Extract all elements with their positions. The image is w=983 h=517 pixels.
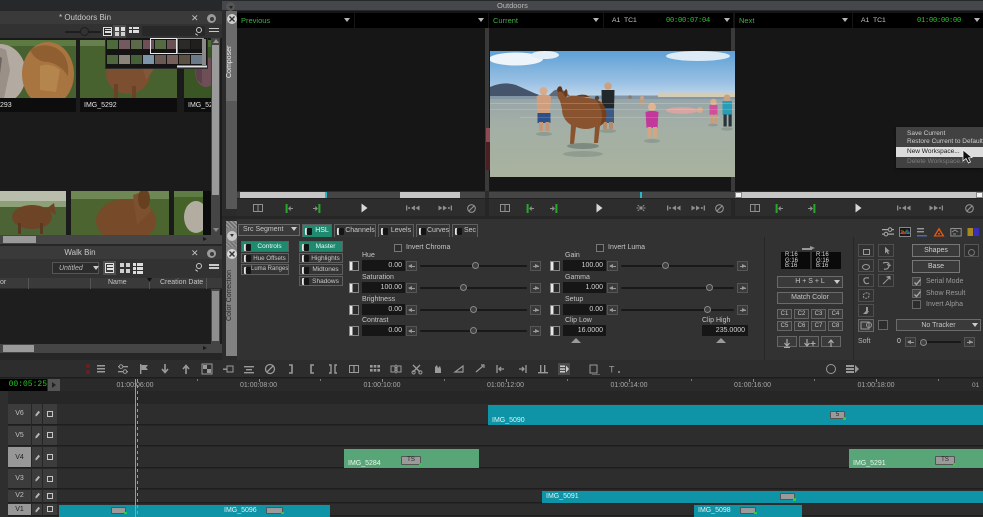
- svg-text:T: T: [609, 365, 615, 375]
